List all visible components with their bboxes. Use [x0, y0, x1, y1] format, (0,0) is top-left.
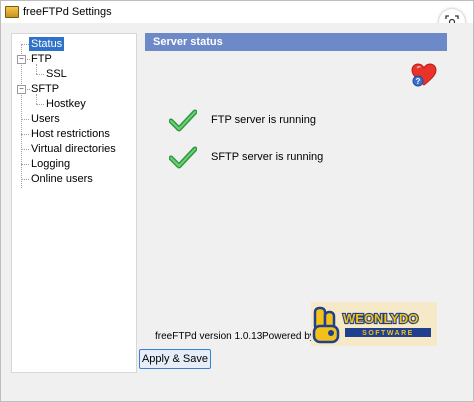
tree-line — [36, 104, 44, 105]
sftp-status-text: SFTP server is running — [211, 151, 324, 163]
tree-item-virtual-directories[interactable]: Virtual directories — [29, 142, 118, 156]
apply-save-button[interactable]: Apply & Save — [139, 349, 211, 369]
tree-line — [21, 119, 29, 120]
sftp-expander-icon[interactable]: − — [17, 85, 26, 94]
ftp-expander-icon[interactable]: − — [17, 55, 26, 64]
heart-icon: ? — [411, 63, 437, 87]
tree-item-users[interactable]: Users — [29, 112, 62, 126]
tree-item-online-users[interactable]: Online users — [29, 172, 95, 186]
ftp-status-text: FTP server is running — [211, 114, 316, 126]
logo-subtext: SOFTWARE — [362, 330, 414, 337]
heart-help-icon[interactable]: ? — [411, 63, 437, 90]
settings-window: freeFTPd Settings − − Status FTP SSL SFT… — [0, 0, 474, 402]
tree-item-sftp[interactable]: SFTP — [29, 82, 61, 96]
tree-line — [36, 74, 44, 75]
tree-item-host-restrictions[interactable]: Host restrictions — [29, 127, 112, 141]
logo-text: WEONLYDO — [343, 311, 418, 326]
tree-line — [21, 164, 29, 165]
tree-item-logging[interactable]: Logging — [29, 157, 72, 171]
weonlydo-logo-icon: WEONLYDO SOFTWARE — [311, 302, 437, 346]
tree-line — [21, 134, 29, 135]
version-text: freeFTPd version 1.0.13 — [155, 331, 263, 342]
status-panel: Server status ? FTP server is running SF… — [145, 33, 447, 371]
check-icon — [169, 146, 197, 169]
svg-text:?: ? — [416, 77, 421, 86]
tree-item-ssl[interactable]: SSL — [44, 67, 69, 81]
app-icon — [5, 6, 19, 18]
tree-line — [21, 149, 29, 150]
tree-item-status[interactable]: Status — [29, 37, 65, 51]
weonlydo-logo[interactable]: WEONLYDO SOFTWARE — [311, 302, 437, 346]
panel-header: Server status — [145, 33, 447, 51]
tree-item-ftp[interactable]: FTP — [29, 52, 54, 66]
tree-line — [21, 179, 29, 180]
tree-item-hostkey[interactable]: Hostkey — [44, 97, 88, 111]
tree-line — [21, 44, 22, 188]
settings-tree[interactable]: − − Status FTP SSL SFTP Hostkey Users Ho… — [11, 33, 137, 373]
check-icon — [169, 109, 197, 132]
client-area: − − Status FTP SSL SFTP Hostkey Users Ho… — [1, 23, 473, 401]
powered-by-text: Powered by — [262, 331, 315, 342]
title-bar: freeFTPd Settings — [1, 1, 473, 35]
tree-line — [21, 44, 29, 45]
window-title: freeFTPd Settings — [23, 6, 112, 18]
